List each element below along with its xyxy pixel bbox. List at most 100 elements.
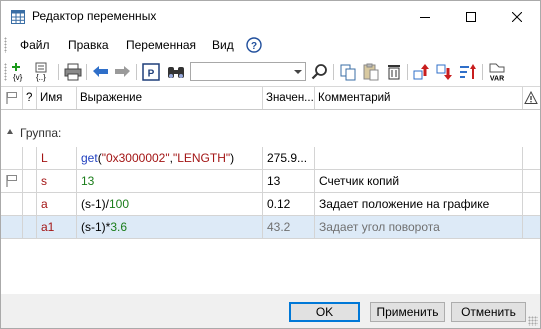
row-q-cell[interactable] bbox=[23, 147, 37, 170]
copy-button[interactable] bbox=[338, 62, 358, 82]
table-row[interactable]: a (s-1)/100 0.12 Задает положение на график… bbox=[1, 193, 540, 216]
expression-cell[interactable]: (s-1)/100 bbox=[77, 193, 263, 216]
expression-token: "LENGTH" bbox=[172, 151, 231, 165]
row-flag-cell[interactable] bbox=[1, 147, 23, 170]
expression-cell[interactable]: 13 bbox=[77, 170, 263, 193]
comment-cell[interactable]: Счетчик копий bbox=[315, 170, 523, 193]
parameters-icon: P bbox=[142, 63, 160, 81]
undo-button[interactable] bbox=[91, 62, 111, 82]
table-grid-icon bbox=[11, 10, 25, 24]
delete-button[interactable] bbox=[384, 62, 404, 82]
toolbar-separator bbox=[86, 64, 87, 80]
variable-name-cell[interactable]: a1 bbox=[37, 216, 77, 239]
col-comment-header[interactable]: Комментарий bbox=[315, 87, 523, 109]
toolbar: {v} {..} P VAR bbox=[1, 58, 540, 87]
resize-grip[interactable] bbox=[528, 316, 538, 326]
group-header[interactable]: Группа: bbox=[1, 124, 540, 140]
variable-button[interactable]: VAR bbox=[487, 62, 507, 82]
parameters-button[interactable]: P bbox=[141, 62, 161, 82]
move-down-button[interactable] bbox=[435, 62, 455, 82]
variable-name-cell[interactable]: a bbox=[37, 193, 77, 216]
flag-icon bbox=[6, 92, 17, 104]
comment-cell[interactable]: Задает угол поворота bbox=[315, 216, 523, 239]
toolbar-grip[interactable] bbox=[4, 63, 7, 81]
expression-cell[interactable]: (s-1)*3.6 bbox=[77, 216, 263, 239]
apply-button[interactable]: Применить bbox=[370, 302, 445, 322]
find-button[interactable] bbox=[166, 62, 186, 82]
variable-editor-window: Редактор переменных Файл Правка Переменн… bbox=[0, 0, 541, 329]
move-down-icon bbox=[436, 64, 452, 80]
copy-icon bbox=[340, 64, 356, 81]
redo-button[interactable] bbox=[112, 62, 132, 82]
row-flag-cell[interactable] bbox=[1, 193, 23, 216]
sort-button[interactable] bbox=[458, 62, 478, 82]
cancel-button[interactable]: Отменить bbox=[451, 302, 526, 322]
col-name-header[interactable]: Имя bbox=[37, 87, 77, 109]
undo-icon bbox=[93, 66, 108, 77]
value-cell: 0.12 bbox=[263, 193, 315, 216]
col-expression-header[interactable]: Выражение bbox=[77, 87, 263, 109]
expression-cell[interactable]: get("0x3000002","LENGTH") bbox=[77, 147, 263, 170]
move-up-button[interactable] bbox=[412, 62, 432, 82]
row-flag-cell[interactable] bbox=[1, 170, 23, 193]
ok-button[interactable]: OK bbox=[289, 302, 360, 322]
add-variable-button[interactable]: {v} bbox=[11, 62, 31, 82]
menu-bar: Файл Правка Переменная Вид ? bbox=[1, 32, 540, 58]
variable-list-button[interactable]: {..} bbox=[34, 62, 54, 82]
svg-text:VAR: VAR bbox=[490, 76, 504, 83]
expression-token: get bbox=[81, 151, 98, 165]
variable-name-cell[interactable]: s bbox=[37, 170, 77, 193]
search-combobox[interactable] bbox=[190, 62, 306, 81]
svg-text:P: P bbox=[148, 69, 155, 80]
col-warning-header[interactable] bbox=[523, 87, 540, 109]
toolbar-separator bbox=[58, 64, 59, 80]
svg-text:{..}: {..} bbox=[36, 73, 46, 82]
row-flag-cell[interactable] bbox=[1, 216, 23, 239]
chevron-down-icon[interactable] bbox=[294, 70, 302, 74]
col-flag-header[interactable] bbox=[1, 87, 23, 109]
row-q-cell[interactable] bbox=[23, 193, 37, 216]
search-input[interactable] bbox=[193, 64, 289, 79]
expression-token: 3.6 bbox=[110, 220, 128, 234]
menu-variable[interactable]: Переменная bbox=[126, 38, 196, 52]
row-q-cell[interactable] bbox=[23, 170, 37, 193]
comment-cell[interactable]: Задает положение на графике bbox=[315, 193, 523, 216]
table-row[interactable]: a1 (s-1)*3.6 43.2 Задает угол поворота bbox=[1, 216, 540, 239]
toolbar-separator bbox=[333, 64, 334, 80]
table-row[interactable]: s 13 13 Счетчик копий bbox=[1, 170, 540, 193]
col-value-header[interactable]: Значен... bbox=[263, 87, 315, 109]
maximize-button[interactable] bbox=[448, 1, 494, 32]
minimize-icon bbox=[420, 16, 430, 18]
search-button[interactable] bbox=[310, 62, 330, 82]
comment-cell[interactable] bbox=[315, 147, 523, 170]
svg-text:?: ? bbox=[251, 41, 257, 52]
window-title: Редактор переменных bbox=[32, 9, 157, 23]
variable-icon: VAR bbox=[489, 63, 505, 83]
menu-file[interactable]: Файл bbox=[20, 38, 50, 52]
toolbar-separator bbox=[482, 64, 483, 80]
paste-button[interactable] bbox=[361, 62, 381, 82]
col-q-header[interactable]: ? bbox=[23, 87, 37, 109]
minimize-button[interactable] bbox=[402, 1, 448, 32]
expression-token: 13 bbox=[81, 174, 95, 188]
table-row[interactable]: Lget("0x3000002","LENGTH") 275.9... bbox=[1, 147, 540, 170]
redo-icon bbox=[115, 66, 130, 77]
menu-edit[interactable]: Правка bbox=[68, 38, 109, 52]
group-label: Группа: bbox=[20, 126, 62, 140]
variable-name-cell[interactable]: L bbox=[37, 147, 77, 170]
row-q-cell[interactable] bbox=[23, 216, 37, 239]
svg-text:{v}: {v} bbox=[13, 73, 23, 82]
row-warning-cell bbox=[523, 193, 540, 216]
collapse-icon[interactable] bbox=[7, 129, 13, 134]
print-button[interactable] bbox=[63, 62, 83, 82]
add-variable-icon: {v} bbox=[12, 63, 23, 82]
help-circle-icon[interactable]: ? bbox=[246, 37, 262, 53]
value-cell: 13 bbox=[263, 170, 315, 193]
menu-view[interactable]: Вид bbox=[212, 38, 234, 52]
flag-icon bbox=[6, 175, 17, 187]
expression-token: ) bbox=[230, 151, 235, 165]
close-button[interactable] bbox=[494, 1, 540, 32]
maximize-icon bbox=[466, 11, 476, 22]
menu-grip[interactable] bbox=[4, 37, 7, 53]
search-icon bbox=[311, 64, 327, 80]
